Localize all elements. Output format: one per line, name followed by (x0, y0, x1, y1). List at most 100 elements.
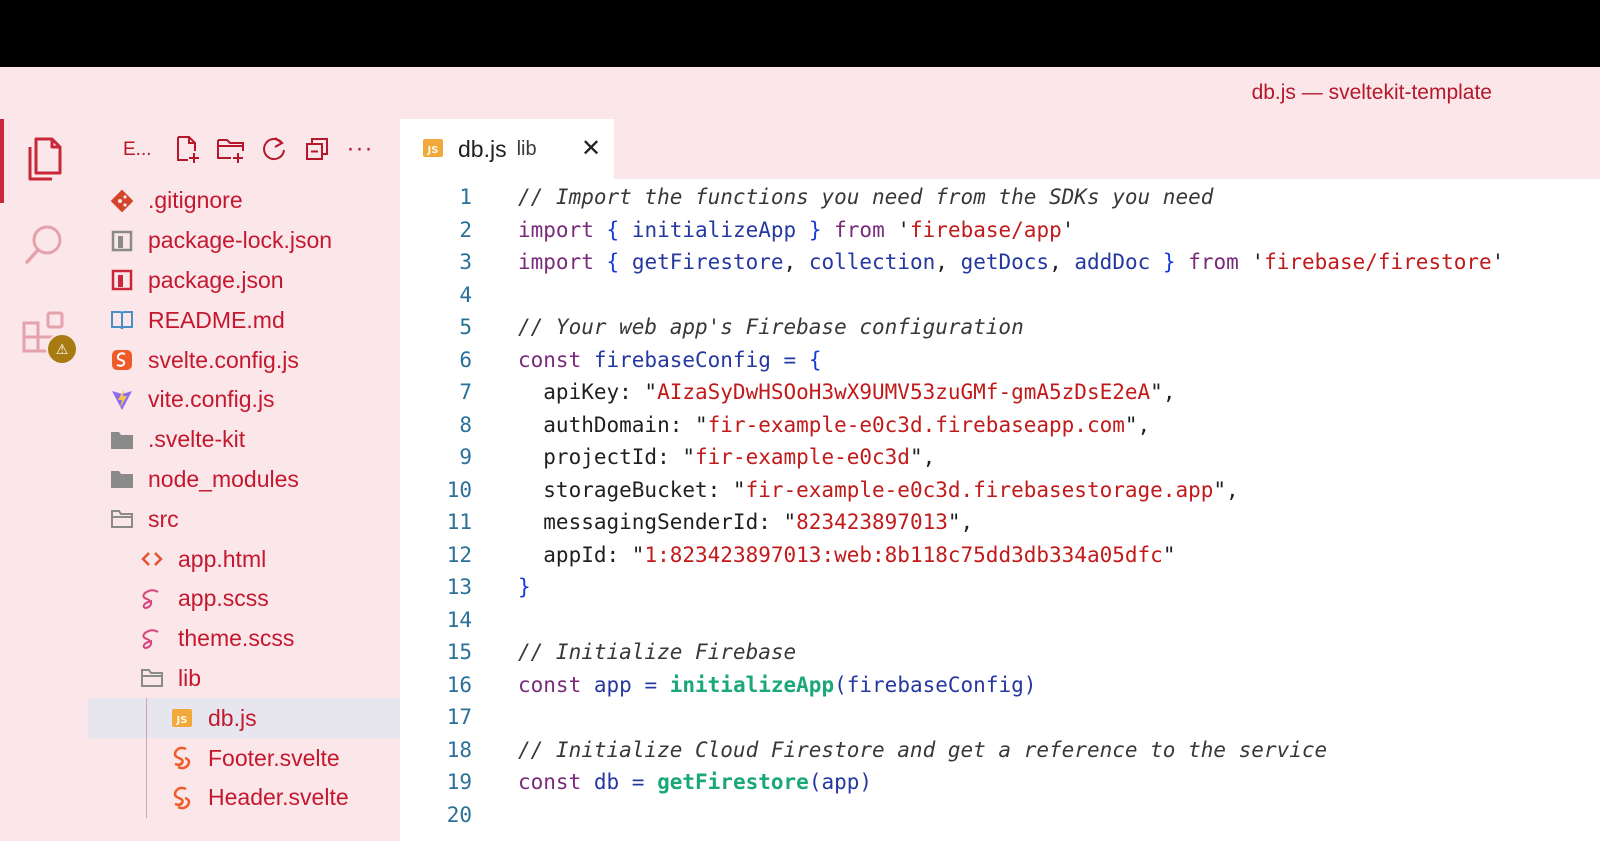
line-number: 20 (446, 802, 472, 827)
close-icon[interactable]: ✕ (578, 135, 604, 162)
code-line[interactable]: 13} (400, 571, 1600, 604)
code-line[interactable]: 16 const app = initializeApp(firebaseConf… (400, 669, 1600, 702)
code-editor[interactable]: 1 // Import the functions you need from t… (400, 179, 1600, 841)
line-number: 2 (459, 217, 472, 242)
npm-lock-icon (110, 229, 134, 253)
tree-item-package-lock[interactable]: package-lock.json (88, 221, 400, 261)
files-icon (28, 137, 62, 181)
vscode-window: db.js — sveltekit-template ⚠ E... ··· .g… (0, 67, 1600, 841)
tree-item-lib[interactable]: lib (88, 659, 400, 699)
tree-item-header-svelte[interactable]: Header.svelte (88, 777, 400, 818)
new-folder-button[interactable] (215, 131, 247, 167)
code-token: storageBucket: " (518, 477, 746, 502)
explorer-title: E... (123, 139, 152, 160)
code-line[interactable]: 9 projectId: "fir-example-e0c3d", (400, 441, 1600, 474)
code-token: authDomain: " (518, 412, 708, 437)
code-line[interactable]: 11 messagingSenderId: "823423897013", (400, 506, 1600, 539)
tree-item-vite-config[interactable]: vite.config.js (88, 380, 400, 420)
code-line[interactable]: 3 import { getFirestore, collection, getD… (400, 246, 1600, 279)
svelte-icon (170, 746, 194, 770)
code-line[interactable]: 15 // Initialize Firebase (400, 636, 1600, 669)
tree-item-footer-svelte[interactable]: Footer.svelte (88, 738, 400, 778)
line-code: // Your web app's Firebase configuration (518, 311, 1024, 344)
file-tree: .gitignore package-lock.json package.jso… (88, 181, 400, 818)
code-token: ' (1238, 250, 1265, 274)
code-line[interactable]: 4 (400, 279, 1600, 312)
code-token: const (518, 347, 582, 372)
tree-item-svelte-config[interactable]: svelte.config.js (88, 340, 400, 380)
tree-item-app-html[interactable]: app.html (88, 539, 400, 579)
code-token: 823423897013 (796, 510, 948, 534)
code-line[interactable]: 2 import { initializeApp } from 'firebase… (400, 214, 1600, 247)
code-line[interactable]: 20 (400, 799, 1600, 832)
refresh-button[interactable] (258, 131, 290, 167)
tree-item-node-modules[interactable]: node_modules (88, 460, 400, 500)
new-file-button[interactable] (172, 131, 204, 167)
code-line[interactable]: 10 storageBucket: "fir-example-e0c3d.fir… (400, 474, 1600, 507)
code-token: firebase/app (910, 217, 1062, 242)
activity-search[interactable] (0, 205, 88, 285)
code-line[interactable]: 12 appId: "1:823423897013:web:8b118c75dd… (400, 539, 1600, 572)
line-code: } (518, 571, 531, 604)
code-line[interactable]: 8 authDomain: "fir-example-e0c3d.firebas… (400, 409, 1600, 442)
line-number: 9 (459, 445, 472, 469)
tree-item-svelte-kit[interactable]: .svelte-kit (88, 420, 400, 460)
code-token: } (1162, 250, 1176, 274)
tab-db-js[interactable]: JS db.js lib ✕ (400, 119, 614, 179)
warning-badge: ⚠ (46, 333, 78, 365)
code-token: messagingSenderId: " (518, 510, 797, 534)
code-token: } (808, 217, 822, 242)
line-code: const db = getFirestore(app) (518, 766, 872, 799)
new-folder-icon (217, 139, 244, 163)
tree-item-label: app.scss (178, 585, 269, 612)
tree-item-theme-scss[interactable]: theme.scss (88, 619, 400, 659)
code-token: , (1049, 250, 1075, 274)
tree-item-label: vite.config.js (148, 386, 275, 413)
line-number: 10 (446, 477, 472, 502)
line-number: 18 (446, 737, 472, 762)
code-line[interactable]: 6 const firebaseConfig = { (400, 344, 1600, 377)
code-line[interactable]: 19 const db = getFirestore(app) (400, 766, 1600, 799)
new-file-icon (177, 136, 199, 163)
activity-extensions[interactable]: ⚠ (0, 293, 88, 373)
tree-item-readme[interactable]: README.md (88, 300, 400, 340)
code-line[interactable]: 18 // Initialize Cloud Firestore and get … (400, 734, 1600, 767)
tab-label: db.js (458, 135, 507, 162)
more-actions-button[interactable]: ··· (344, 131, 376, 167)
line-number: 3 (459, 250, 472, 274)
tree-item-package-json[interactable]: package.json (88, 261, 400, 301)
code-line[interactable]: 14 (400, 604, 1600, 637)
activity-explorer[interactable] (0, 119, 88, 203)
top-black-bar (0, 0, 1600, 67)
tree-item-label: Footer.svelte (208, 744, 340, 771)
tree-item-label: src (148, 505, 179, 532)
code-token: = (783, 347, 809, 372)
code-token: firebaseConfig (581, 347, 784, 372)
code-line[interactable]: 5 // Your web app's Firebase configuratio… (400, 311, 1600, 344)
line-code: projectId: "fir-example-e0c3d", (518, 441, 935, 474)
code-token: addDoc (1074, 250, 1163, 274)
tree-item-gitignore[interactable]: .gitignore (88, 181, 400, 221)
code-line[interactable]: 1 // Import the functions you need from t… (400, 181, 1600, 214)
code-line[interactable]: 7 apiKey: "AIzaSyDwHSOoH3wX9UMV53zuGMf-g… (400, 376, 1600, 409)
code-token: ", (1150, 380, 1176, 404)
tree-item-app-scss[interactable]: app.scss (88, 579, 400, 619)
code-token: , (935, 250, 961, 274)
npm-icon (110, 268, 134, 292)
line-number: 8 (459, 412, 472, 437)
collapse-all-button[interactable] (301, 131, 333, 167)
code-line[interactable]: 17 (400, 701, 1600, 734)
line-number: 13 (446, 575, 472, 599)
code-token: firebase/firestore (1264, 250, 1492, 274)
code-token: // Import the functions you need from th… (518, 185, 1214, 209)
tree-item-db-js[interactable]: JS db.js (88, 698, 400, 739)
tree-item-label: .gitignore (148, 187, 243, 214)
code-token: ", (1213, 477, 1239, 502)
code-token: db (581, 770, 632, 794)
explorer-header: E... ··· (88, 119, 400, 179)
git-icon (110, 189, 134, 213)
line-code: storageBucket: "fir-example-e0c3d.fireba… (518, 474, 1239, 507)
tree-item-src[interactable]: src (88, 499, 400, 539)
